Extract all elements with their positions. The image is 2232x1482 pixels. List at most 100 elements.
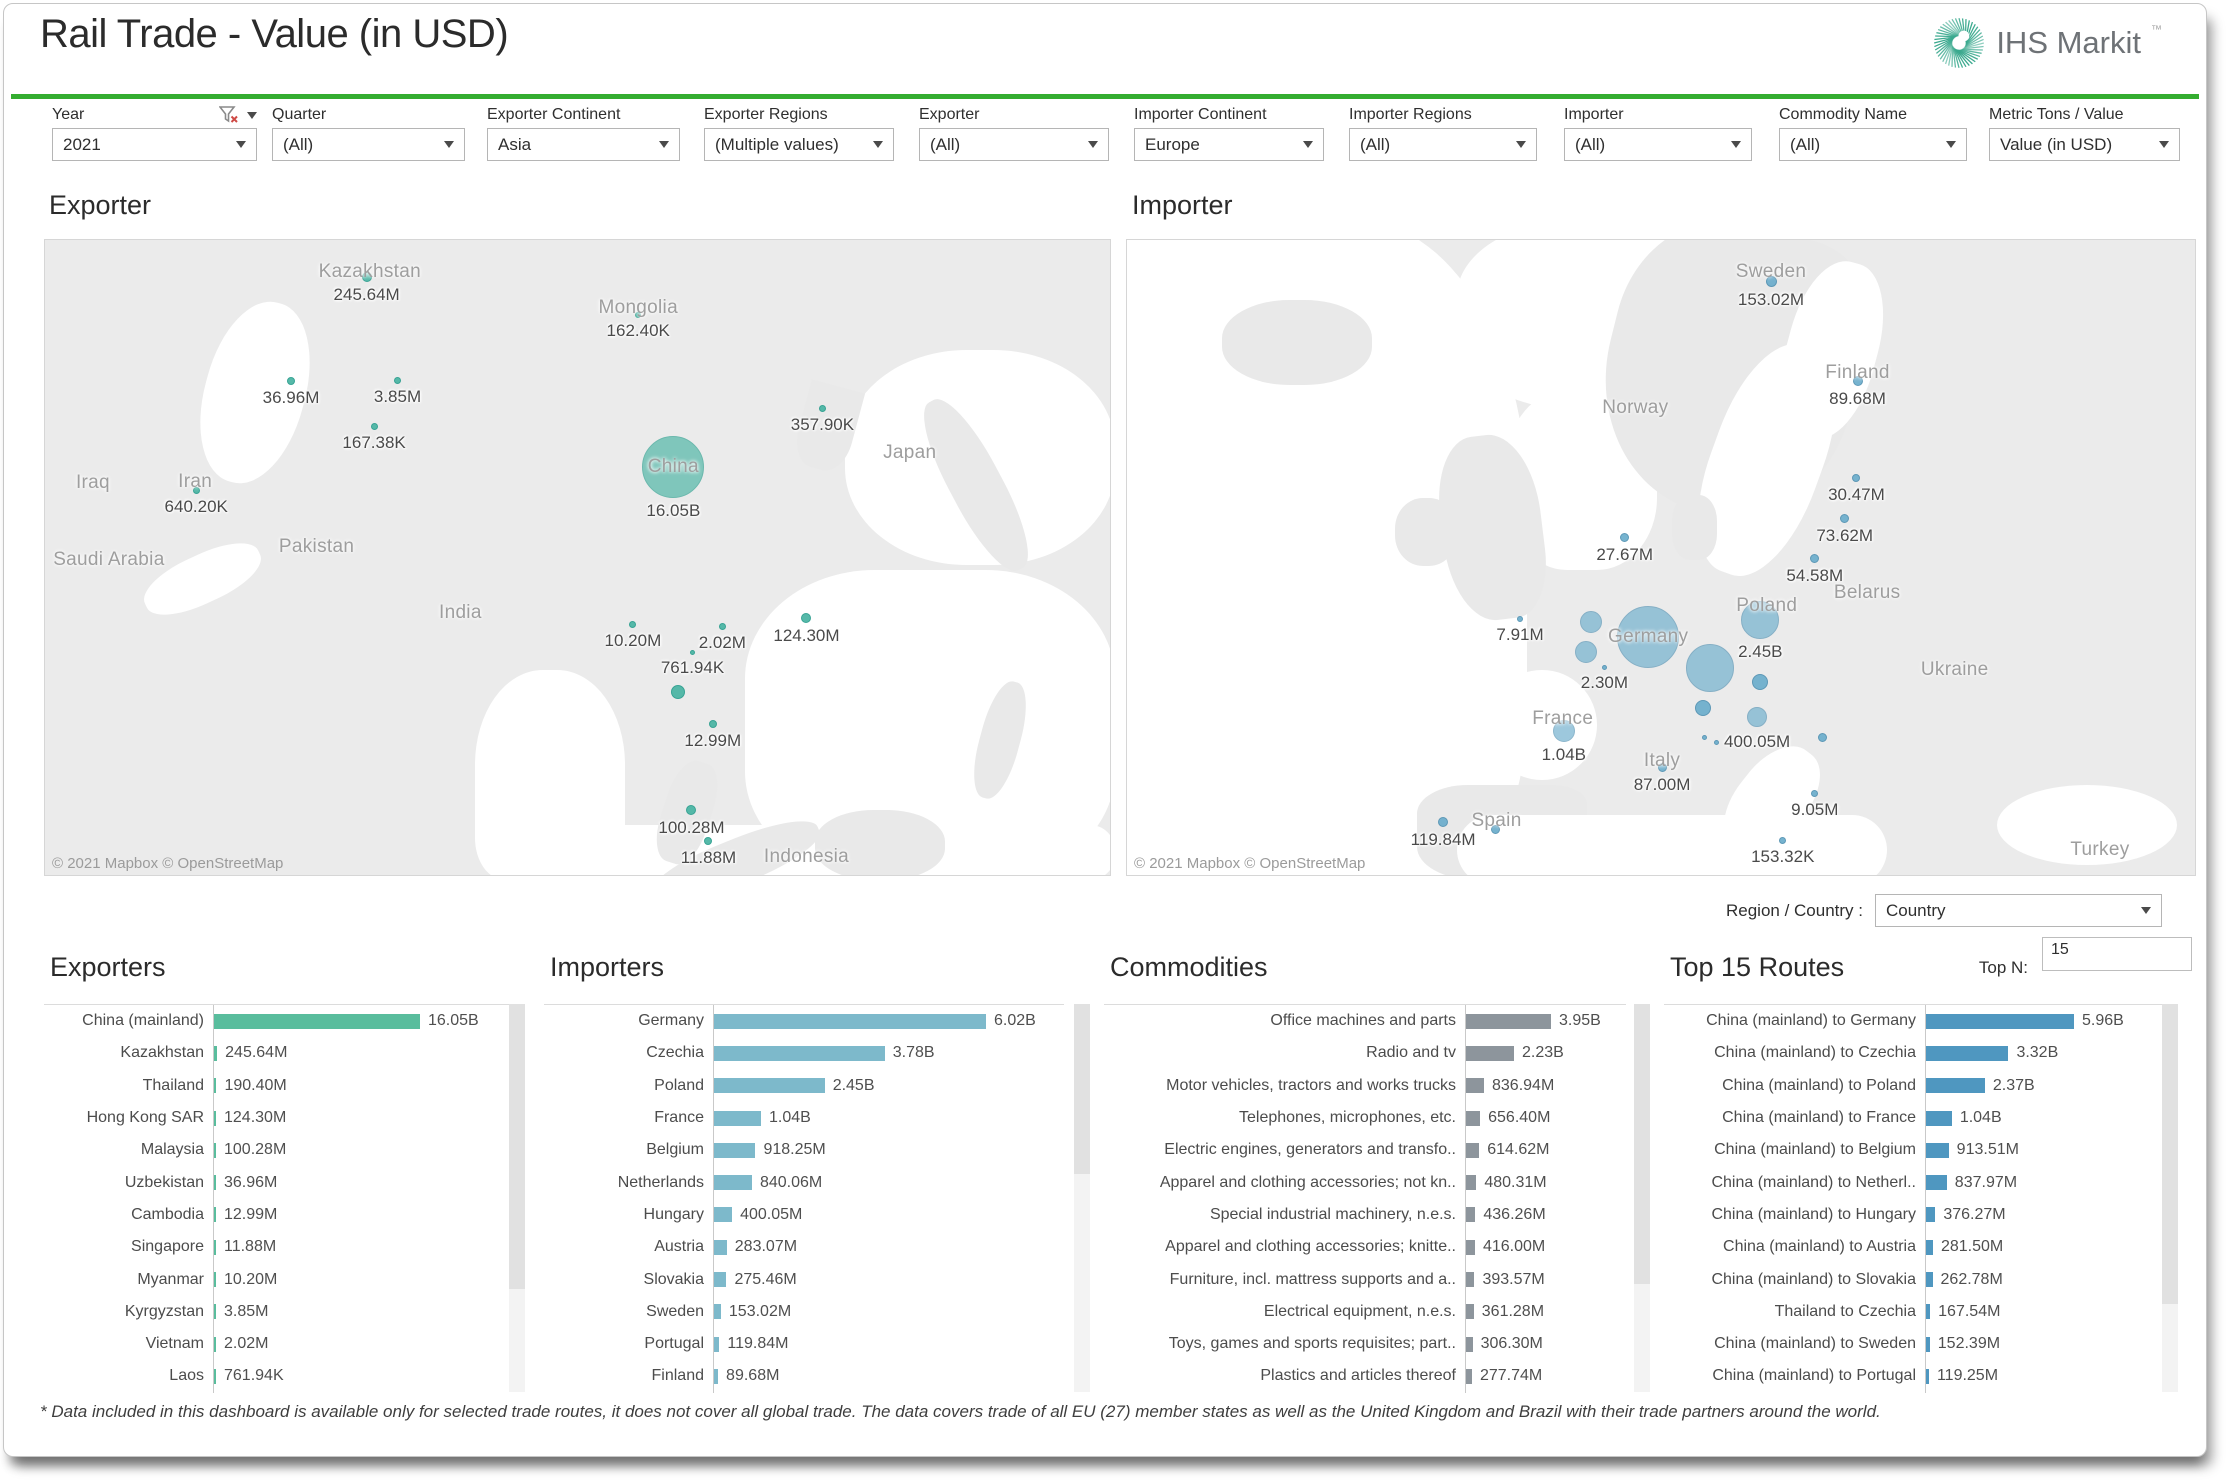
map-bubble[interactable] [394,377,401,384]
scrollbar-track[interactable] [1074,1004,1090,1392]
bar[interactable] [1466,1337,1473,1352]
bar[interactable] [1926,1143,1949,1158]
map-bubble[interactable] [690,650,695,655]
bar[interactable] [714,1111,761,1126]
map-bubble[interactable] [371,423,378,430]
map-bubble[interactable] [1840,514,1849,523]
bar[interactable] [1926,1337,1930,1352]
top-n-input[interactable] [2042,937,2192,971]
scrollbar-thumb[interactable] [1634,1004,1650,1284]
bar[interactable] [1926,1272,1933,1287]
bar[interactable] [214,1143,216,1158]
bar[interactable] [1466,1207,1475,1222]
bar[interactable] [714,1304,721,1319]
bar[interactable] [214,1014,420,1029]
bar[interactable] [1926,1240,1933,1255]
bar[interactable] [1926,1111,1952,1126]
bar[interactable] [214,1337,216,1352]
importer-map[interactable]: © 2021 Mapbox © OpenStreetMap SwedenFinl… [1126,239,2196,876]
map-bubble[interactable] [1818,733,1827,742]
filter-importer-regions-dropdown[interactable]: (All) [1349,128,1537,161]
map-bubble[interactable] [287,377,295,385]
bar[interactable] [714,1207,732,1222]
scrollbar-track[interactable] [1634,1004,1650,1392]
bar[interactable] [214,1369,216,1384]
bar[interactable] [1466,1078,1484,1093]
scrollbar-thumb[interactable] [509,1004,525,1289]
map-bubble[interactable] [1575,641,1597,663]
bar[interactable] [214,1078,216,1093]
scrollbar-thumb[interactable] [1074,1004,1090,1174]
map-bubble[interactable] [1695,700,1711,716]
filter-importer-dropdown[interactable]: (All) [1564,128,1752,161]
bar[interactable] [714,1272,726,1287]
filter-commodity-name-dropdown[interactable]: (All) [1779,128,1967,161]
scrollbar-thumb[interactable] [2162,1004,2178,1304]
bar[interactable] [1926,1014,2074,1029]
map-bubble[interactable] [1811,790,1818,797]
filter-exporter-dropdown[interactable]: (All) [919,128,1109,161]
bar[interactable] [714,1078,825,1093]
bar[interactable] [1926,1207,1935,1222]
bar[interactable] [1466,1143,1479,1158]
bar[interactable] [714,1143,755,1158]
bar[interactable] [714,1369,718,1384]
map-bubble[interactable] [1702,735,1707,740]
filter-exporter-continent-dropdown[interactable]: Asia [487,128,680,161]
bar[interactable] [1926,1078,1985,1093]
bar[interactable] [1926,1175,1947,1190]
exporter-map[interactable]: © 2021 Mapbox © OpenStreetMap Kazakhstan… [44,239,1111,876]
bar[interactable] [714,1175,752,1190]
filter-importer-continent-dropdown[interactable]: Europe [1134,128,1324,161]
scrollbar-track[interactable] [509,1004,525,1392]
map-bubble[interactable] [719,623,726,630]
map-bubble[interactable] [671,685,685,699]
bar[interactable] [214,1240,216,1255]
map-bubble[interactable] [1686,644,1734,692]
bubble-value-label: 36.96M [263,388,320,408]
bar[interactable] [1466,1014,1551,1029]
filter-quarter-dropdown[interactable]: (All) [272,128,465,161]
bar-row: Laos761.94K [44,1360,509,1392]
filter-metric-tons-value-dropdown[interactable]: Value (in USD) [1989,128,2180,161]
bar[interactable] [1466,1175,1476,1190]
map-bubble[interactable] [1752,674,1768,690]
bar[interactable] [214,1304,216,1319]
filter-x-icon[interactable] [219,106,239,124]
bar-row: China (mainland) to Sweden152.39M [1664,1328,2164,1360]
bar[interactable] [1466,1111,1480,1126]
bar[interactable] [1466,1304,1474,1319]
map-bubble[interactable] [1852,474,1860,482]
bar[interactable] [1466,1046,1514,1061]
map-bubble[interactable] [1714,740,1719,745]
bar[interactable] [1466,1369,1472,1384]
map-bubble[interactable] [1602,665,1607,670]
map-bubble[interactable] [709,720,717,728]
bar[interactable] [214,1175,216,1190]
bar[interactable] [214,1272,216,1287]
bar[interactable] [214,1046,217,1061]
row-bar-area: 480.31M [1465,1166,1626,1198]
filter-year-dropdown[interactable]: 2021 [52,128,257,161]
bar[interactable] [714,1014,986,1029]
bar[interactable] [1466,1240,1475,1255]
bar[interactable] [1926,1304,1930,1319]
scrollbar-track[interactable] [2162,1004,2178,1392]
bar[interactable] [214,1207,216,1222]
region-country-dropdown[interactable]: Country [1875,894,2162,927]
bar[interactable] [1466,1272,1474,1287]
map-bubble[interactable] [1779,837,1786,844]
bar[interactable] [714,1046,885,1061]
map-bubble[interactable] [1810,554,1819,563]
map-bubble[interactable] [629,621,636,628]
caret-down-icon[interactable] [247,112,257,119]
bar[interactable] [214,1111,216,1126]
map-bubble[interactable] [1580,611,1602,633]
map-bubble[interactable] [819,405,826,412]
bar[interactable] [714,1240,727,1255]
bar[interactable] [1926,1369,1929,1384]
map-bubble[interactable] [1747,707,1767,727]
bar[interactable] [1926,1046,2008,1061]
filter-exporter-regions-dropdown[interactable]: (Multiple values) [704,128,894,161]
bar[interactable] [714,1337,719,1352]
